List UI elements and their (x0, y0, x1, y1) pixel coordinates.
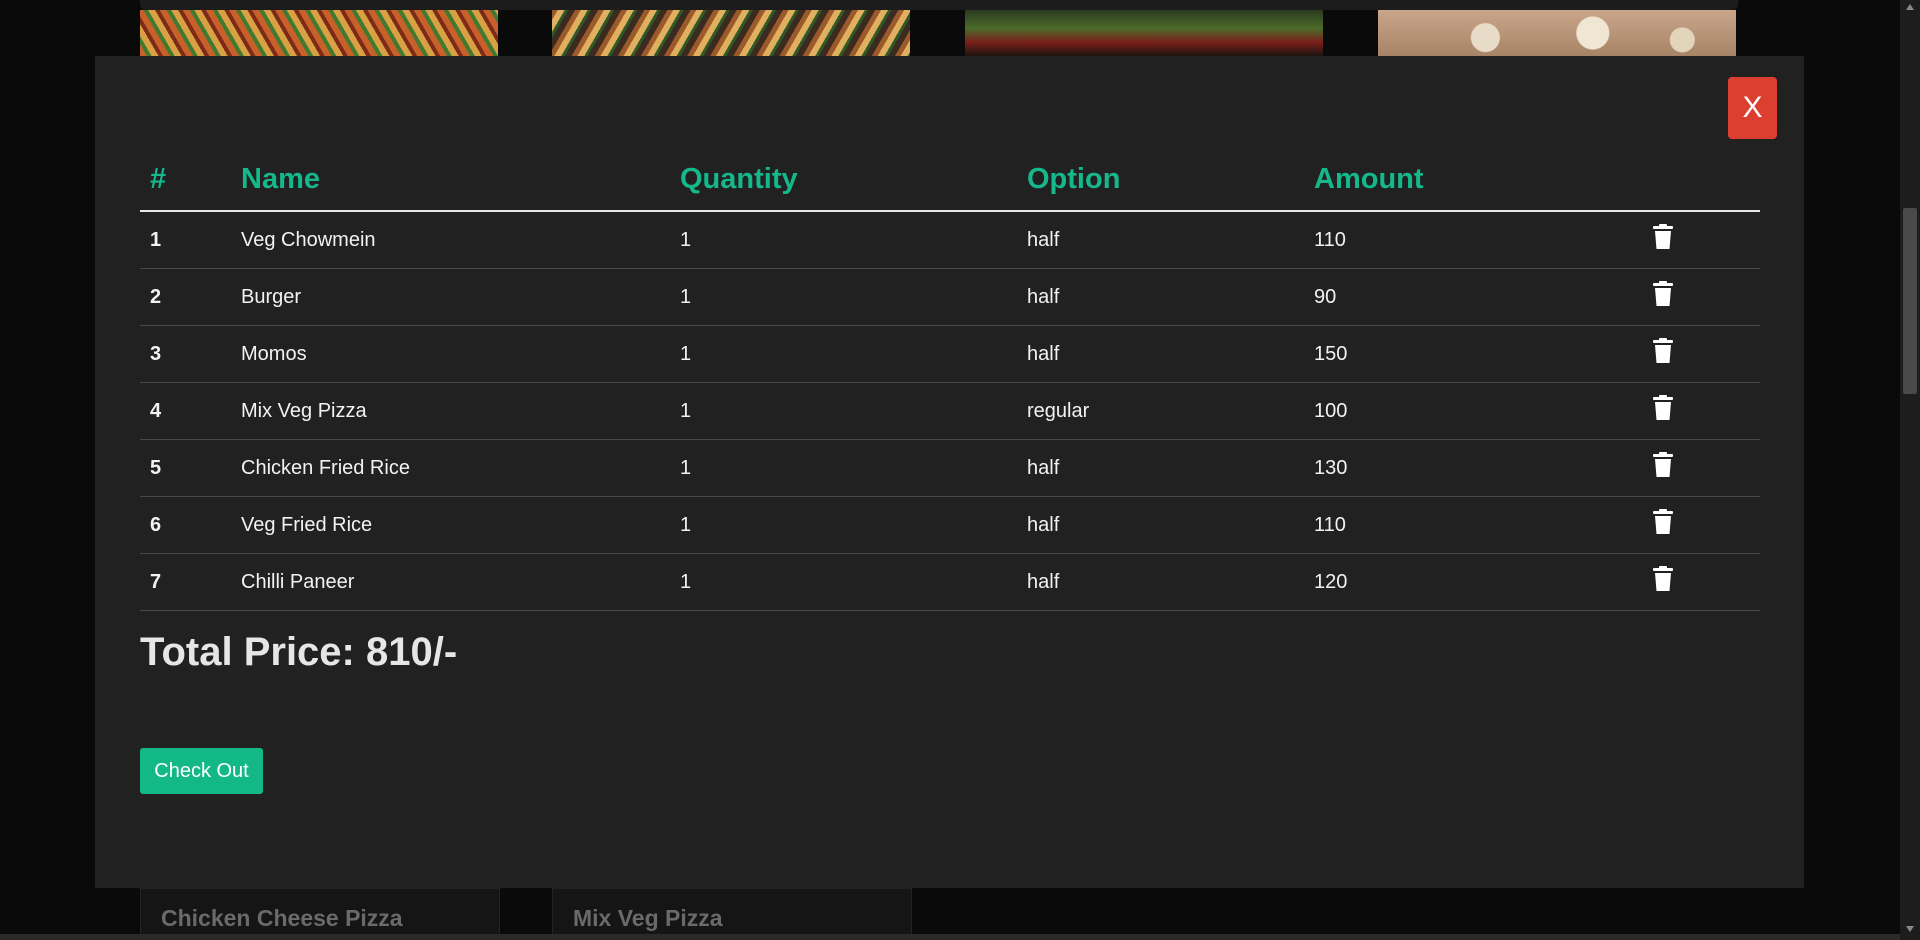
row-actions (1634, 382, 1760, 440)
row-option: half (1017, 325, 1304, 383)
row-option: half (1017, 553, 1304, 611)
row-index: 1 (140, 211, 231, 269)
row-amount: 110 (1304, 211, 1634, 269)
table-row: 1 Veg Chowmein 1 half 110 (140, 211, 1760, 269)
row-name: Burger (231, 268, 670, 326)
row-option: regular (1017, 382, 1304, 440)
scroll-thumb[interactable] (1903, 208, 1917, 394)
row-quantity: 1 (670, 439, 1017, 497)
table-row: 4 Mix Veg Pizza 1 regular 100 (140, 382, 1760, 440)
total-price: Total Price: 810/- (140, 630, 458, 674)
row-quantity: 1 (670, 496, 1017, 554)
row-option: half (1017, 439, 1304, 497)
column-header-amount: Amount (1304, 148, 1634, 212)
row-quantity: 1 (670, 325, 1017, 383)
row-quantity: 1 (670, 211, 1017, 269)
row-actions (1634, 553, 1760, 611)
bg-card: Chicken Cheese Pizza (140, 888, 500, 940)
row-actions (1634, 496, 1760, 554)
row-index: 5 (140, 439, 231, 497)
bg-card-title: Chicken Cheese Pizza (161, 905, 403, 931)
row-amount: 100 (1304, 382, 1634, 440)
row-quantity: 1 (670, 382, 1017, 440)
row-index: 3 (140, 325, 231, 383)
row-actions (1634, 325, 1760, 383)
bg-card: Mix Veg Pizza (552, 888, 912, 940)
row-option: half (1017, 211, 1304, 269)
row-index: 6 (140, 496, 231, 554)
trash-icon[interactable] (1652, 566, 1674, 592)
trash-icon[interactable] (1652, 338, 1674, 364)
row-name: Chicken Fried Rice (231, 439, 670, 497)
row-name: Veg Fried Rice (231, 496, 670, 554)
column-header-index: # (140, 148, 231, 212)
food-image-noodles (552, 10, 910, 56)
scroll-down-icon[interactable] (1906, 926, 1914, 932)
row-index: 2 (140, 268, 231, 326)
bg-card-title: Mix Veg Pizza (573, 905, 723, 931)
trash-icon[interactable] (1652, 452, 1674, 478)
row-name: Veg Chowmein (231, 211, 670, 269)
trash-icon[interactable] (1652, 509, 1674, 535)
browser-top-strip (140, 0, 1738, 10)
table-row: 7 Chilli Paneer 1 half 120 (140, 553, 1760, 611)
column-header-name: Name (231, 148, 670, 212)
row-quantity: 1 (670, 268, 1017, 326)
table-row: 2 Burger 1 half 90 (140, 268, 1760, 326)
row-name: Mix Veg Pizza (231, 382, 670, 440)
row-actions (1634, 439, 1760, 497)
row-index: 4 (140, 382, 231, 440)
row-amount: 150 (1304, 325, 1634, 383)
row-amount: 130 (1304, 439, 1634, 497)
row-name: Chilli Paneer (231, 553, 670, 611)
food-image-chowmein (140, 10, 498, 56)
row-amount: 120 (1304, 553, 1634, 611)
row-actions (1634, 268, 1760, 326)
column-header-actions (1634, 148, 1760, 212)
row-amount: 110 (1304, 496, 1634, 554)
row-option: half (1017, 268, 1304, 326)
bottom-strip (0, 934, 1900, 940)
row-actions (1634, 211, 1760, 269)
table-header-row: # Name Quantity Option Amount (140, 148, 1760, 212)
row-quantity: 1 (670, 553, 1017, 611)
trash-icon[interactable] (1652, 395, 1674, 421)
row-index: 7 (140, 553, 231, 611)
row-amount: 90 (1304, 268, 1634, 326)
scroll-up-icon[interactable] (1906, 4, 1914, 10)
column-header-quantity: Quantity (670, 148, 1017, 212)
table-row: 3 Momos 1 half 150 (140, 325, 1760, 383)
trash-icon[interactable] (1652, 281, 1674, 307)
page-scrollbar[interactable] (1900, 0, 1920, 940)
table-row: 5 Chicken Fried Rice 1 half 130 (140, 439, 1760, 497)
checkout-button[interactable]: Check Out (140, 748, 263, 794)
food-image-burger (965, 10, 1323, 56)
close-button[interactable]: X (1728, 77, 1777, 139)
row-option: half (1017, 496, 1304, 554)
column-header-option: Option (1017, 148, 1304, 212)
cart-table: # Name Quantity Option Amount 1 Veg Chow… (140, 148, 1760, 611)
food-image-momos (1378, 10, 1736, 56)
row-name: Momos (231, 325, 670, 383)
table-row: 6 Veg Fried Rice 1 half 110 (140, 496, 1760, 554)
trash-icon[interactable] (1652, 224, 1674, 250)
